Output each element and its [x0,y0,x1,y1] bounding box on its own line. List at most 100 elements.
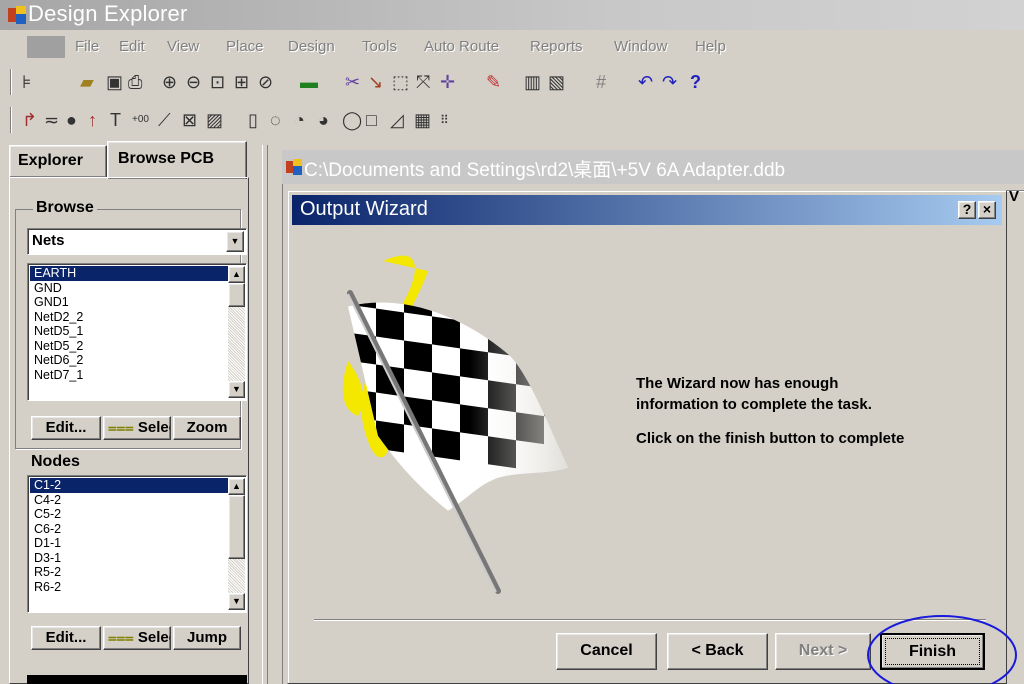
wizard-title: Output Wizard [300,198,428,220]
undo-icon[interactable]: ↶ [638,70,653,94]
array-paste-icon[interactable]: ⠿ [440,108,449,132]
nets-list: EARTH GND GND1 NetD2_2 NetD5_1 NetD5_2 N… [27,263,247,401]
component-place-icon[interactable]: ▦ [414,108,431,132]
next-button[interactable]: Next > [775,633,871,670]
list-item[interactable]: EARTH [30,266,228,281]
nodes-label: Nodes [31,453,80,470]
zoom-in-icon[interactable]: ⊕ [162,70,177,94]
scroll-up-icon[interactable]: ▲ [228,478,245,495]
select-area-icon[interactable]: ⬚ [392,70,409,94]
menu-edit[interactable]: Edit [119,38,145,55]
list-item[interactable]: NetD5_2 [30,339,228,354]
nodes-scrollbar[interactable]: ▲ ▼ [228,478,245,610]
panel-splitter[interactable] [262,145,268,684]
via-icon[interactable]: ● [66,108,77,132]
jump-button[interactable]: Jump [173,626,241,650]
coordinate-icon[interactable]: +00 [132,108,149,132]
polygon-icon[interactable]: □ [366,108,377,132]
menu-place[interactable]: Place [226,38,264,55]
pad-icon[interactable]: ↑ [88,108,97,132]
zoom-out-icon[interactable]: ⊖ [186,70,201,94]
list-item[interactable]: NetD5_1 [30,324,228,339]
zoom-fit-icon[interactable]: ⊞ [234,70,249,94]
cancel-button[interactable]: Cancel [556,633,657,670]
list-item[interactable]: GND1 [30,295,228,310]
print-icon[interactable]: ⎙ [128,70,142,94]
scroll-thumb[interactable] [228,495,245,559]
open-folder-icon[interactable]: ▰ [80,70,94,94]
nets-select-button[interactable]: ⩶ Selec [103,416,171,440]
arc-center-icon[interactable]: ◌ [270,108,281,132]
grid-icon[interactable]: # [596,70,606,94]
list-item[interactable]: D3-1 [30,551,228,566]
origin-icon[interactable]: ⊠ [182,108,197,132]
browse-select[interactable]: Nets ▼ [27,228,247,255]
menu-auto-route[interactable]: Auto Route [424,38,499,55]
cut-icon[interactable]: ✂ [345,70,360,94]
output-wizard-dialog: Output Wizard ? × The Wizard now has eno… [287,190,1007,684]
track-icon[interactable]: ≂ [44,108,59,132]
close-button[interactable]: × [978,201,996,219]
save-icon[interactable]: ▣ [106,70,123,94]
scroll-down-icon[interactable]: ▼ [228,381,245,398]
help-button[interactable]: ? [958,201,976,219]
list-item[interactable]: C6-2 [30,522,228,537]
list-item[interactable]: C5-2 [30,507,228,522]
cross-probe-icon[interactable]: ✎ [486,70,501,94]
paste-icon[interactable]: ↘ [368,70,383,94]
zoom-last-icon[interactable]: ⊘ [258,70,273,94]
browse-label: Browse [33,199,97,217]
menu-tools[interactable]: Tools [362,38,397,55]
component-icon[interactable]: ▬ [300,70,318,94]
list-item[interactable]: C4-2 [30,493,228,508]
room-icon[interactable]: ▯ [248,108,258,132]
browse-library-icon[interactable]: ▧ [548,70,565,94]
chevron-down-icon[interactable]: ▼ [226,231,244,252]
circle-icon[interactable]: ◯ [342,108,362,132]
redo-icon[interactable]: ↷ [662,70,677,94]
split-plane-icon[interactable]: ◿ [390,108,404,132]
menu-help[interactable]: Help [695,38,726,55]
deselect-icon[interactable]: ⤧ [416,70,430,94]
app-icon [8,6,26,24]
move-icon[interactable]: ✛ [440,70,455,94]
tab-browse-pcb[interactable]: Browse PCB [107,141,247,179]
checkered-flag-illustration [342,255,568,594]
nodes-edit-button[interactable]: Edit... [31,626,101,650]
scroll-thumb[interactable] [228,283,245,307]
help-icon[interactable]: ? [690,70,701,94]
scroll-up-icon[interactable]: ▲ [228,266,245,283]
library-icon[interactable]: ▥ [524,70,541,94]
arc-any-icon[interactable]: ◕ [318,108,329,132]
list-item[interactable]: NetD6_2 [30,353,228,368]
back-button[interactable]: < Back [667,633,768,670]
list-item[interactable]: R6-2 [30,580,228,595]
zoom-area-icon[interactable]: ⊡ [210,70,225,94]
interactive-route-icon[interactable]: ↱ [22,108,37,132]
string-icon[interactable]: T [110,108,121,132]
menu-design[interactable]: Design [288,38,335,55]
list-item[interactable]: D1-1 [30,536,228,551]
hierarchy-icon[interactable]: ⊧ [22,70,31,94]
fill-icon[interactable]: ▨ [206,108,223,132]
document-title-bar: C:\Documents and Settings\rd2\桌面\+5V 6A … [282,150,1024,184]
menu-window[interactable]: Window [614,38,667,55]
mdi-system-menu[interactable] [27,36,65,58]
menu-file[interactable]: File [75,38,99,55]
arc-edge-icon[interactable]: ◔ [294,108,305,132]
list-item[interactable]: NetD2_2 [30,310,228,325]
dimension-icon[interactable]: ⟋ [158,108,171,132]
nets-edit-button[interactable]: Edit... [31,416,101,440]
scroll-down-icon[interactable]: ▼ [228,593,245,610]
document-title: C:\Documents and Settings\rd2\桌面\+5V 6A … [304,160,786,181]
list-item[interactable]: NetD7_1 [30,368,228,383]
zoom-button[interactable]: Zoom [173,416,241,440]
menu-view[interactable]: View [167,38,199,55]
nets-scrollbar[interactable]: ▲ ▼ [228,266,245,398]
list-item[interactable]: R5-2 [30,565,228,580]
nodes-select-button[interactable]: ⩶ Selec [103,626,171,650]
tab-explorer[interactable]: Explorer [9,145,107,177]
menu-reports[interactable]: Reports [530,38,583,55]
list-item[interactable]: C1-2 [30,478,228,493]
list-item[interactable]: GND [30,281,228,296]
